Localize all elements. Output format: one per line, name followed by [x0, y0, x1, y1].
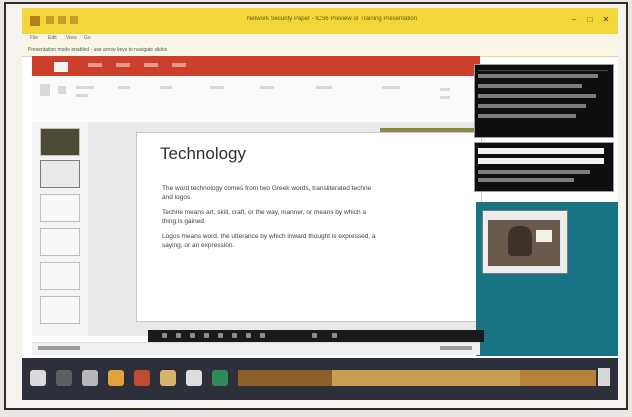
redo-icon[interactable] — [70, 16, 78, 24]
webcam-person — [508, 226, 532, 256]
participant-row[interactable] — [478, 114, 576, 118]
menu-bar — [22, 34, 618, 44]
screen: Network Security Paper - ICS6 Preview or… — [22, 8, 618, 400]
clock-icon[interactable] — [598, 368, 610, 386]
chat-message — [478, 170, 590, 174]
slide-bullet: Logos means word, the utterance by which… — [162, 233, 376, 249]
format-control[interactable] — [316, 86, 332, 89]
format-control[interactable] — [260, 86, 274, 89]
slide-thumbnail[interactable] — [40, 296, 80, 324]
slide-thumbnail[interactable] — [40, 228, 80, 256]
ribbon-tab[interactable] — [172, 63, 186, 67]
slide-counter — [38, 346, 80, 350]
participant-row[interactable] — [478, 84, 582, 88]
menu-edit[interactable]: Edit — [48, 35, 57, 41]
info-bar-text: Presentation mode enabled - use arrow ke… — [28, 47, 168, 53]
settings-icon[interactable] — [246, 333, 251, 338]
taskbar-window-strip — [332, 370, 520, 386]
camera-icon[interactable] — [176, 333, 181, 338]
font-dropdown[interactable] — [76, 86, 94, 89]
slide-bullet: The word technology comes from two Greek… — [162, 185, 372, 201]
active-ribbon-tab[interactable] — [54, 62, 68, 72]
taskbar-app[interactable] — [186, 370, 202, 386]
taskbar-window-strip — [520, 370, 596, 386]
share-icon[interactable] — [190, 333, 195, 338]
menu-file[interactable]: File — [30, 35, 38, 41]
menu-view[interactable]: View — [66, 35, 77, 41]
close-button[interactable]: ✕ — [600, 14, 612, 26]
taskbar-window-strip — [238, 370, 332, 386]
record-icon[interactable] — [232, 333, 237, 338]
zoom-slider[interactable] — [440, 346, 472, 350]
minimize-button[interactable]: – — [568, 14, 580, 26]
taskbar-app[interactable] — [160, 370, 176, 386]
new-slide-icon[interactable] — [58, 86, 66, 94]
mic-icon[interactable] — [162, 333, 167, 338]
layout-icon[interactable] — [312, 333, 317, 338]
font-size-dropdown[interactable] — [76, 94, 88, 97]
fullscreen-icon[interactable] — [332, 333, 337, 338]
taskbar-app[interactable] — [56, 370, 72, 386]
start-icon[interactable] — [30, 370, 46, 386]
format-control[interactable] — [160, 86, 172, 89]
slide-thumbnail[interactable] — [40, 128, 80, 156]
undo-icon[interactable] — [58, 16, 66, 24]
status-bar — [32, 342, 480, 355]
replace-control[interactable] — [440, 96, 450, 99]
slide-thumbnail[interactable] — [40, 194, 80, 222]
chat-message-light — [478, 158, 604, 164]
paste-icon[interactable] — [40, 84, 50, 96]
ribbon-tab[interactable] — [144, 63, 158, 67]
participant-row[interactable] — [478, 74, 598, 78]
participants-icon[interactable] — [218, 333, 223, 338]
menu-go[interactable]: Go — [84, 35, 91, 41]
taskbar-app[interactable] — [108, 370, 124, 386]
ribbon — [32, 76, 480, 123]
taskbar-app[interactable] — [212, 370, 228, 386]
taskbar-app[interactable] — [82, 370, 98, 386]
ribbon-tab[interactable] — [116, 63, 130, 67]
format-control[interactable] — [118, 86, 130, 89]
slide-thumbnail[interactable] — [40, 262, 80, 290]
taskbar-app[interactable] — [134, 370, 150, 386]
maximize-button[interactable]: □ — [584, 14, 596, 26]
window-title: Network Security Paper - ICS6 Preview or… — [246, 16, 418, 22]
chat-message — [478, 178, 574, 182]
app-icon — [30, 16, 40, 26]
slide-title: Technology — [160, 144, 247, 163]
participant-row[interactable] — [478, 104, 586, 108]
format-control[interactable] — [210, 86, 224, 89]
slide-bullet: Techne means art, skill, craft, or the w… — [162, 209, 366, 225]
ribbon-tab[interactable] — [88, 63, 102, 67]
find-control[interactable] — [440, 88, 450, 91]
format-control[interactable] — [382, 86, 400, 89]
participant-row[interactable] — [478, 94, 596, 98]
chat-message-light — [478, 148, 604, 154]
panel-divider — [478, 70, 608, 71]
save-icon[interactable] — [46, 16, 54, 24]
background-window — [536, 230, 552, 242]
chat-icon[interactable] — [204, 333, 209, 338]
more-icon[interactable] — [260, 333, 265, 338]
slide-thumbnail[interactable] — [40, 160, 80, 188]
